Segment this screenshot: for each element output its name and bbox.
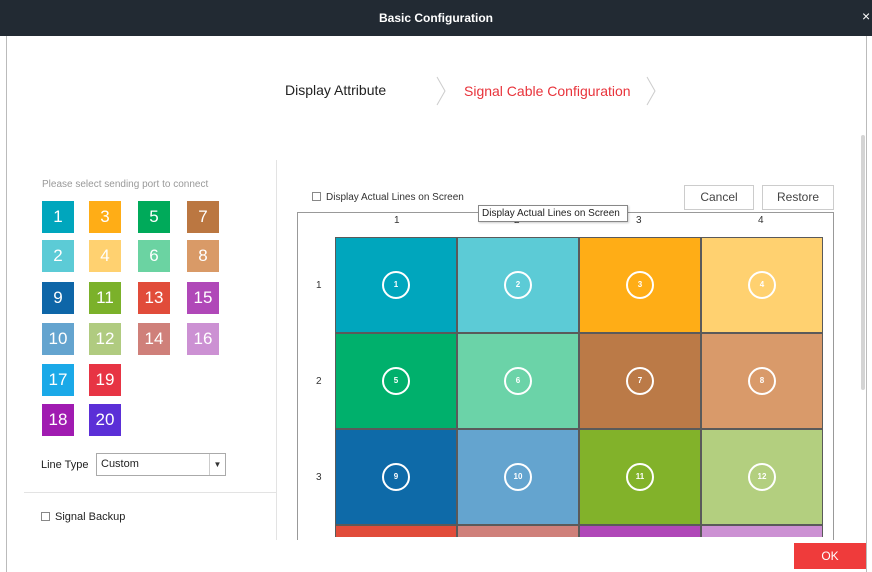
port-tile[interactable]: 13 — [138, 282, 170, 314]
cell-number-badge: 9 — [382, 463, 410, 491]
column-label: 4 — [758, 215, 764, 226]
port-tile[interactable]: 15 — [187, 282, 219, 314]
screen-cell[interactable]: 12 — [701, 429, 823, 525]
restore-button[interactable]: Restore — [762, 185, 834, 210]
screen-cell[interactable]: 9 — [335, 429, 457, 525]
tooltip: Display Actual Lines on Screen — [478, 205, 628, 222]
cell-number-badge: 5 — [382, 367, 410, 395]
cell-number-badge: 8 — [748, 367, 776, 395]
port-tile[interactable]: 16 — [187, 323, 219, 355]
row-label: 2 — [316, 376, 322, 387]
port-tile[interactable]: 19 — [89, 364, 121, 396]
signal-backup-option[interactable]: Signal Backup — [41, 511, 125, 523]
dropdown-arrow-icon[interactable]: ▼ — [209, 454, 225, 475]
window-border-left — [0, 36, 7, 572]
display-lines-checkbox[interactable] — [312, 192, 321, 201]
cell-number-badge: 12 — [748, 463, 776, 491]
wizard-steps: Display Attribute Signal Cable Configura… — [0, 76, 872, 106]
cell-number-badge: 11 — [626, 463, 654, 491]
signal-backup-label: Signal Backup — [55, 511, 126, 523]
step-display-attribute[interactable]: Display Attribute — [285, 82, 386, 98]
port-tile[interactable]: 12 — [89, 323, 121, 355]
screen-cell[interactable]: 6 — [457, 333, 579, 429]
close-icon[interactable]: × — [862, 8, 872, 24]
port-tile[interactable]: 14 — [138, 323, 170, 355]
port-tile[interactable]: 11 — [89, 282, 121, 314]
screen-cell[interactable]: 3 — [579, 237, 701, 333]
screen-cell[interactable] — [701, 525, 823, 537]
screen-cell[interactable] — [335, 525, 457, 537]
port-tile[interactable]: 4 — [89, 240, 121, 272]
port-tile[interactable]: 2 — [42, 240, 74, 272]
signal-backup-checkbox[interactable] — [41, 512, 50, 521]
vertical-scrollbar[interactable] — [861, 135, 865, 390]
cell-number-badge: 2 — [504, 271, 532, 299]
port-tile[interactable]: 1 — [42, 201, 74, 233]
line-type-value: Custom — [101, 458, 139, 470]
screen-cell[interactable]: 11 — [579, 429, 701, 525]
port-tile[interactable]: 5 — [138, 201, 170, 233]
port-tile[interactable]: 3 — [89, 201, 121, 233]
window-border-right — [866, 36, 872, 572]
screen-cell[interactable]: 10 — [457, 429, 579, 525]
screen-cell[interactable]: 8 — [701, 333, 823, 429]
cell-number-badge: 3 — [626, 271, 654, 299]
window-title: Basic Configuration — [378, 11, 493, 25]
screen-cell[interactable]: 2 — [457, 237, 579, 333]
cell-number-badge: 6 — [504, 367, 532, 395]
cell-number-badge: 10 — [504, 463, 532, 491]
port-tile[interactable]: 17 — [42, 364, 74, 396]
chevron-right-icon — [646, 76, 656, 106]
cell-number-badge: 4 — [748, 271, 776, 299]
divider — [24, 492, 277, 493]
row-label: 1 — [316, 280, 322, 291]
title-bar: Basic Configuration × — [0, 0, 872, 36]
step-signal-cable-configuration[interactable]: Signal Cable Configuration — [464, 83, 631, 99]
line-type-select[interactable]: Custom ▼ — [96, 453, 226, 476]
cell-number-badge: 1 — [382, 271, 410, 299]
ok-button[interactable]: OK — [794, 543, 866, 569]
line-type-label: Line Type — [41, 459, 89, 471]
port-select-hint: Please select sending port to connect — [42, 179, 209, 190]
port-tile[interactable]: 9 — [42, 282, 74, 314]
screen-cell[interactable]: 5 — [335, 333, 457, 429]
column-label: 1 — [394, 215, 400, 226]
cancel-button[interactable]: Cancel — [684, 185, 754, 210]
port-tile[interactable]: 6 — [138, 240, 170, 272]
port-tile[interactable]: 10 — [42, 323, 74, 355]
port-tile[interactable]: 7 — [187, 201, 219, 233]
port-tile[interactable]: 20 — [89, 404, 121, 436]
port-tile[interactable]: 18 — [42, 404, 74, 436]
display-lines-label: Display Actual Lines on Screen — [326, 192, 464, 203]
screen-cell[interactable] — [579, 525, 701, 537]
chevron-right-icon — [436, 76, 446, 106]
screen-cell[interactable]: 1 — [335, 237, 457, 333]
cell-number-badge: 7 — [626, 367, 654, 395]
row-label: 3 — [316, 472, 322, 483]
screen-cell[interactable]: 7 — [579, 333, 701, 429]
column-label: 3 — [636, 215, 642, 226]
port-tile[interactable]: 8 — [187, 240, 219, 272]
screen-cell[interactable]: 4 — [701, 237, 823, 333]
screen-cell[interactable] — [457, 525, 579, 537]
display-lines-option[interactable]: Display Actual Lines on Screen — [312, 192, 464, 203]
